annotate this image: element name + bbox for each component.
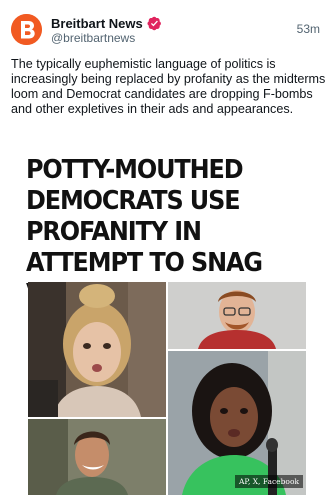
post-timestamp[interactable]: 53m	[297, 22, 320, 36]
account-avatar[interactable]	[11, 14, 42, 45]
photo-man-glasses	[168, 282, 306, 349]
account-display-name[interactable]: Breitbart News	[51, 16, 143, 31]
breitbart-b-logo-icon	[11, 14, 42, 45]
photo-credit: AP, X, Facebook	[235, 475, 303, 488]
verified-badge-icon	[147, 16, 162, 31]
photo-woman-green-shirt	[168, 351, 306, 495]
account-name-row[interactable]: Breitbart News	[51, 14, 162, 32]
post-media-image[interactable]: Potty-Mouthed Democrats Use Profanity in…	[11, 150, 311, 495]
account-handle[interactable]: @breitbartnews	[51, 31, 135, 45]
photo-smiling-man	[28, 419, 166, 495]
photo-blonde-woman	[28, 282, 166, 417]
post-body-text: The typically euphemistic language of po…	[11, 57, 326, 116]
post-card[interactable]: Breitbart News @breitbartnews 53m The ty…	[0, 0, 333, 500]
